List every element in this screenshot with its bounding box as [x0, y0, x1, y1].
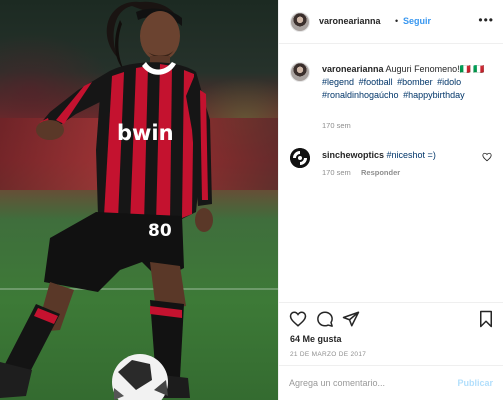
caption-hashtags: #legend #football #bomber #idolo #ronald…: [322, 76, 494, 102]
comment-input[interactable]: [289, 374, 444, 392]
football-player-figure: bwin 80: [0, 1, 213, 400]
follow-button[interactable]: Seguir: [403, 16, 431, 26]
author-username[interactable]: varonearianna: [319, 16, 381, 26]
hashtag-link[interactable]: #ronaldinhogaúcho: [322, 90, 399, 100]
sinchew-logo-icon: [290, 148, 310, 168]
commenter-avatar[interactable]: [290, 148, 310, 168]
save-bookmark-icon[interactable]: [477, 310, 495, 328]
post-header: varonearianna • Seguir •••: [279, 0, 503, 44]
comment-text[interactable]: #niceshot =): [387, 150, 436, 160]
comment-timestamp[interactable]: 170 sem: [322, 168, 351, 177]
caption: varonearianna Auguri Fenomeno!🇮🇹 🇮🇹 #leg…: [322, 63, 494, 102]
hashtag-link[interactable]: #idolo: [437, 77, 461, 87]
post-photo[interactable]: bwin 80: [0, 0, 278, 400]
caption-timestamp[interactable]: 170 sem: [322, 121, 351, 130]
comment-like-heart-icon[interactable]: [482, 152, 492, 162]
like-heart-icon[interactable]: [289, 310, 307, 328]
share-send-icon[interactable]: [342, 310, 360, 328]
comments-section: varonearianna Auguri Fenomeno!🇮🇹 🇮🇹 #leg…: [279, 44, 503, 302]
post-date: 21 DE MARZO DE 2017: [290, 351, 367, 358]
post-side-panel: varonearianna • Seguir ••• varonearianna…: [278, 0, 503, 400]
add-comment-bar: Publicar: [279, 365, 503, 400]
caption-text: Auguri Fenomeno!🇮🇹 🇮🇹: [385, 64, 485, 74]
hashtag-link[interactable]: #happybirthday: [403, 90, 465, 100]
more-options-icon[interactable]: •••: [478, 13, 494, 27]
author-avatar[interactable]: [290, 12, 310, 32]
post-actions: 64 Me gusta 21 DE MARZO DE 2017: [279, 302, 503, 364]
likes-count[interactable]: 64 Me gusta: [290, 334, 342, 344]
comment: sinchewoptics #niceshot =): [322, 150, 436, 160]
shirt-sponsor: bwin: [117, 121, 174, 145]
comment-bubble-icon[interactable]: [316, 310, 334, 328]
reply-button[interactable]: Responder: [361, 168, 400, 177]
caption-avatar[interactable]: [290, 62, 310, 82]
comment-username[interactable]: sinchewoptics: [322, 150, 384, 160]
publish-button[interactable]: Publicar: [457, 378, 493, 388]
caption-username[interactable]: varonearianna: [322, 64, 384, 74]
hashtag-link[interactable]: #bomber: [397, 77, 433, 87]
hashtag-link[interactable]: #legend: [322, 77, 354, 87]
hashtag-link[interactable]: #football: [359, 77, 393, 87]
shirt-number: 80: [148, 221, 172, 241]
separator-dot: •: [395, 16, 399, 26]
